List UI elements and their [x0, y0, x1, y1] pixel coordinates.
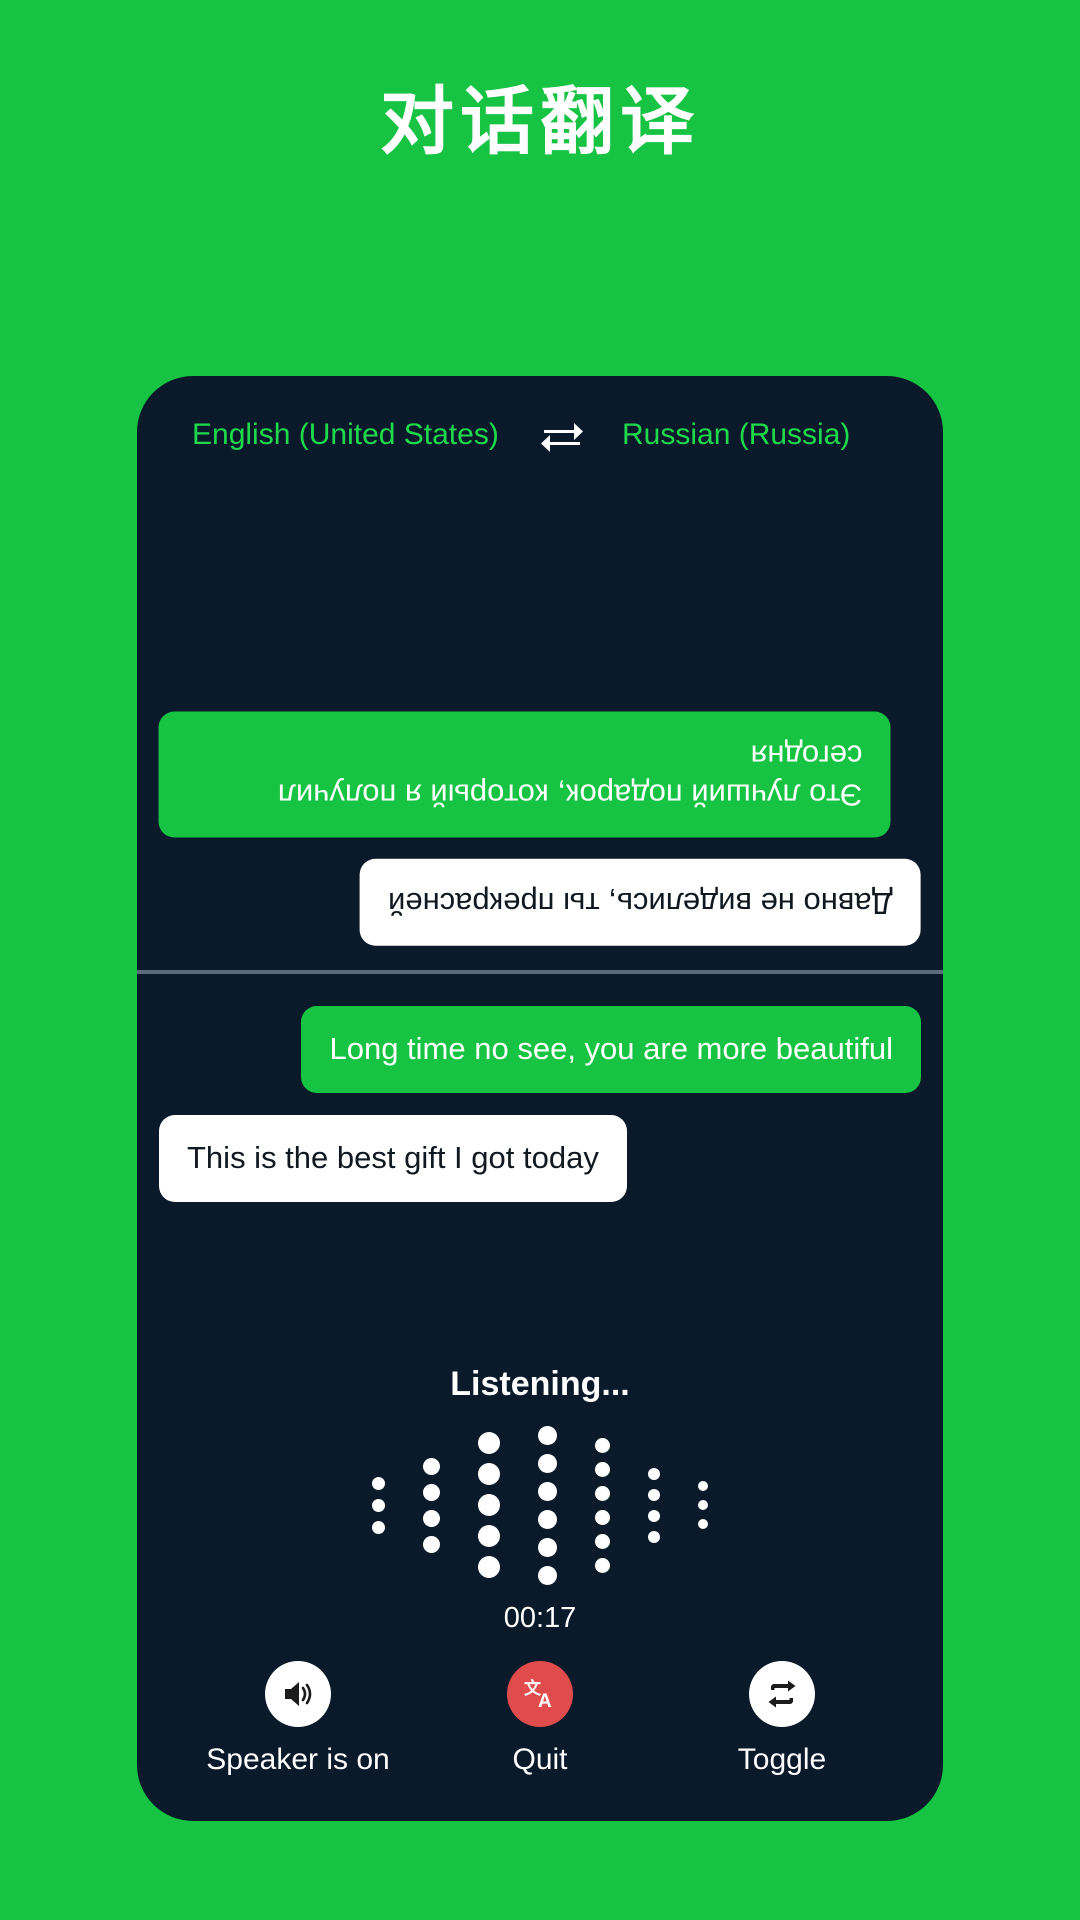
waveform-dot	[648, 1467, 660, 1480]
local-conversation-pane: Long time no see, you are more beautiful…	[137, 974, 943, 1355]
waveform-dot	[538, 1509, 557, 1529]
target-language-label[interactable]: Russian (Russia)	[622, 418, 850, 452]
waveform-dot	[423, 1535, 440, 1553]
waveform-column	[595, 1437, 610, 1573]
toggle-button-label: Toggle	[737, 1743, 827, 1776]
source-language-label[interactable]: English (United States)	[192, 418, 499, 452]
waveform-dot	[538, 1425, 557, 1445]
waveform-dot	[698, 1519, 708, 1529]
waveform-column	[538, 1425, 557, 1585]
waveform-dot	[478, 1463, 500, 1485]
waveform-dot	[538, 1481, 557, 1501]
waveform-column	[478, 1432, 500, 1578]
waveform-dot	[648, 1488, 660, 1501]
waveform-column	[423, 1457, 440, 1553]
audio-waveform-visualizer	[372, 1425, 708, 1585]
speaker-button-label: Speaker is on	[206, 1743, 390, 1776]
waveform-dot	[648, 1530, 660, 1543]
waveform-dot	[478, 1525, 500, 1547]
waveform-dot	[372, 1498, 385, 1512]
waveform-column	[372, 1476, 385, 1534]
waveform-dot	[478, 1556, 500, 1578]
waveform-dot	[698, 1500, 708, 1510]
waveform-dot	[538, 1453, 557, 1473]
waveform-dot	[595, 1485, 610, 1501]
toggle-button[interactable]: Toggle	[667, 1661, 897, 1777]
waveform-dot	[595, 1557, 610, 1573]
waveform-dot	[423, 1509, 440, 1527]
language-header: English (United States) Russian (Russia)	[137, 376, 943, 471]
waveform-dot	[423, 1457, 440, 1475]
waveform-column	[648, 1467, 660, 1543]
svg-text:A: A	[538, 1691, 552, 1712]
control-bar: Speaker is on 文 A Quit Toggle	[137, 1635, 943, 1821]
waveform-dot	[372, 1476, 385, 1490]
phone-frame: English (United States) Russian (Russia)…	[137, 376, 943, 1821]
waveform-dot	[648, 1509, 660, 1522]
quit-button-label: Quit	[512, 1743, 568, 1776]
repeat-swap-icon	[749, 1661, 815, 1727]
swap-horizontal-icon[interactable]	[539, 416, 585, 456]
waveform-dot	[595, 1461, 610, 1477]
listening-status-label: Listening...	[450, 1365, 630, 1403]
waveform-dot	[538, 1565, 557, 1585]
recorder-section: Listening... 00:17	[137, 1355, 943, 1635]
waveform-dot	[538, 1537, 557, 1557]
recording-timer: 00:17	[503, 1602, 577, 1634]
speaker-button[interactable]: Speaker is on	[183, 1661, 413, 1777]
waveform-dot	[698, 1481, 708, 1491]
waveform-dot	[478, 1494, 500, 1516]
waveform-dot	[423, 1483, 440, 1501]
waveform-dot	[478, 1432, 500, 1454]
waveform-dot	[372, 1520, 385, 1534]
page-title: 对话翻译	[380, 80, 700, 163]
speaker-on-icon	[265, 1661, 331, 1727]
message-bubble-local-green[interactable]: Long time no see, you are more beautiful	[301, 1006, 921, 1093]
quit-button[interactable]: 文 A Quit	[425, 1661, 655, 1777]
waveform-dot	[595, 1533, 610, 1549]
message-bubble-remote-green[interactable]: Это лучший подарок, который я получил се…	[159, 711, 891, 838]
message-bubble-remote-white[interactable]: Давно не виделись, ты прекрасней	[360, 859, 921, 946]
waveform-dot	[595, 1509, 610, 1525]
message-bubble-local-white[interactable]: This is the best gift I got today	[159, 1114, 627, 1202]
translate-icon: 文 A	[507, 1661, 573, 1727]
waveform-column	[698, 1481, 708, 1529]
remote-conversation-pane: Это лучший подарок, который я получил се…	[137, 471, 943, 970]
waveform-dot	[595, 1437, 610, 1453]
